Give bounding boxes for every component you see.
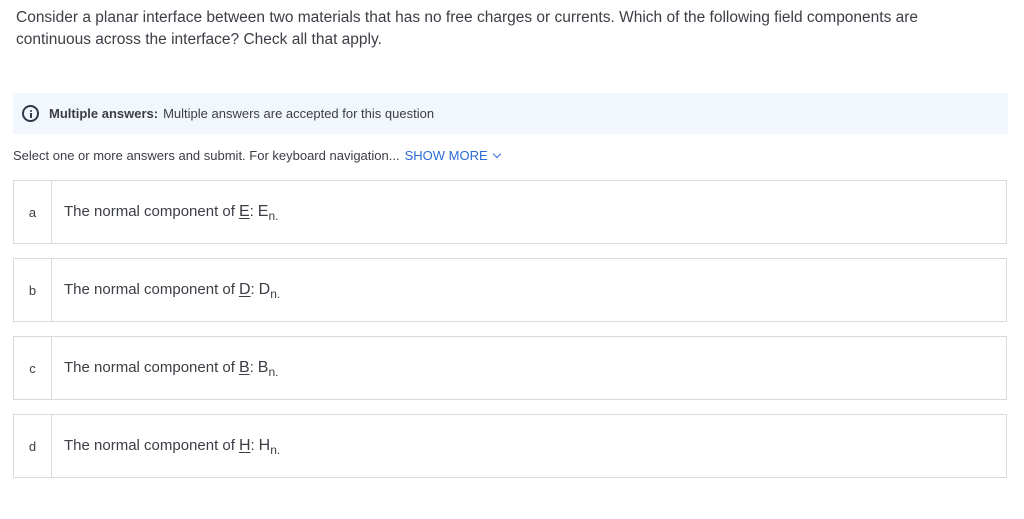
component-subscript: n.	[268, 209, 279, 223]
answer-option-d[interactable]: d The normal component of H : H n.	[13, 414, 1007, 478]
option-letter: b	[14, 259, 52, 321]
answer-option-a[interactable]: a The normal component of E : E n.	[13, 180, 1007, 244]
component-symbol: B	[257, 359, 269, 376]
option-letter: d	[14, 415, 52, 477]
vector-symbol: H	[238, 437, 251, 454]
colon: :	[250, 281, 255, 298]
colon: :	[249, 359, 254, 376]
answer-option-b[interactable]: b The normal component of D : D n.	[13, 258, 1007, 322]
multiple-answers-banner: Multiple answers: Multiple answers are a…	[13, 93, 1008, 134]
option-label: The normal component of H : H n.	[64, 437, 281, 457]
info-icon	[22, 105, 39, 122]
component-symbol: D	[258, 281, 271, 298]
banner-title: Multiple answers:	[49, 106, 159, 121]
option-label: The normal component of E : E n.	[64, 203, 279, 223]
option-prefix: The normal component of	[64, 281, 235, 298]
instructions-text: Select one or more answers and submit. F…	[13, 148, 400, 163]
chevron-down-icon	[492, 149, 501, 158]
option-letter: c	[14, 337, 52, 399]
banner-text: Multiple answers are accepted for this q…	[163, 106, 435, 121]
instructions: Select one or more answers and submit. F…	[13, 148, 501, 163]
show-more-label: SHOW MORE	[404, 148, 488, 163]
component-symbol: H	[258, 437, 271, 454]
option-prefix: The normal component of	[64, 437, 235, 454]
option-letter: a	[14, 181, 52, 243]
vector-symbol: E	[238, 203, 250, 220]
option-prefix: The normal component of	[64, 203, 235, 220]
colon: :	[250, 437, 255, 454]
colon: :	[249, 203, 254, 220]
vector-symbol: D	[238, 281, 251, 298]
component-subscript: n.	[270, 443, 281, 457]
component-subscript: n.	[270, 287, 281, 301]
answer-option-c[interactable]: c The normal component of B : B n.	[13, 336, 1007, 400]
option-label: The normal component of B : B n.	[64, 359, 279, 379]
option-prefix: The normal component of	[64, 359, 235, 376]
option-label: The normal component of D : D n.	[64, 281, 281, 301]
vector-symbol: B	[238, 359, 250, 376]
show-more-link[interactable]: SHOW MORE	[404, 148, 501, 163]
question-text: Consider a planar interface between two …	[16, 9, 919, 48]
component-subscript: n.	[268, 365, 279, 379]
component-symbol: E	[257, 203, 269, 220]
